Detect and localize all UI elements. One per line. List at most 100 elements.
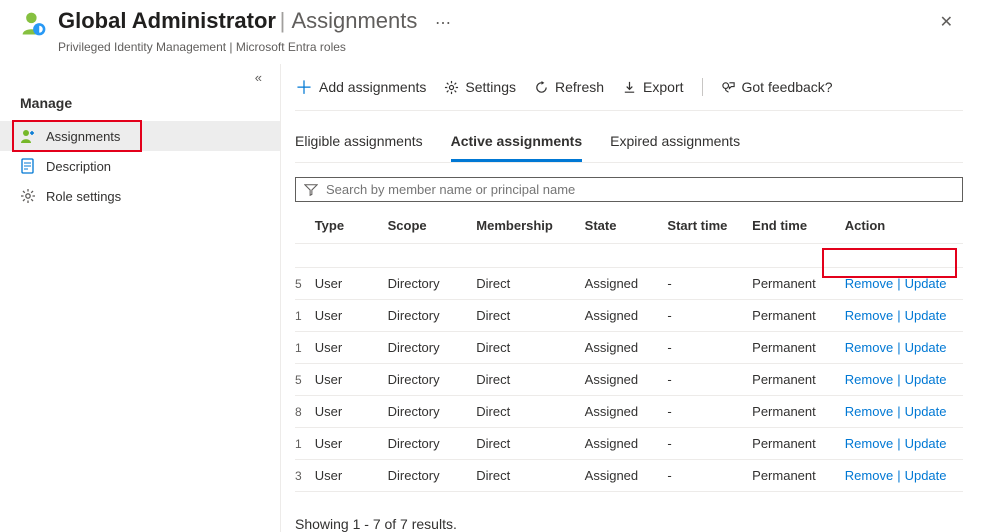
remove-link[interactable]: Remove — [845, 276, 893, 291]
update-link[interactable]: Update — [905, 308, 947, 323]
sidebar-heading: Manage — [0, 85, 280, 121]
update-link[interactable]: Update — [905, 468, 947, 483]
update-link[interactable]: Update — [905, 340, 947, 355]
col-membership: Membership — [476, 218, 584, 233]
update-link[interactable]: Update — [905, 372, 947, 387]
cell-state: Assigned — [585, 372, 668, 387]
cell-membership: Direct — [476, 308, 584, 323]
update-link[interactable]: Update — [905, 404, 947, 419]
title-separator: | — [280, 8, 292, 33]
cell-start: - — [667, 276, 752, 291]
tab-eligible[interactable]: Eligible assignments — [295, 125, 423, 162]
role-person-icon — [20, 10, 48, 38]
tab-expired[interactable]: Expired assignments — [610, 125, 740, 162]
cell-action: Remove|Update — [845, 340, 963, 355]
sidebar-item-label: Assignments — [46, 129, 120, 144]
remove-link[interactable]: Remove — [845, 404, 893, 419]
cell-scope: Directory — [388, 404, 477, 419]
cell-start: - — [667, 308, 752, 323]
cell-action: Remove|Update — [845, 308, 963, 323]
refresh-icon — [534, 80, 549, 95]
update-link[interactable]: Update — [905, 276, 947, 291]
refresh-button[interactable]: Refresh — [534, 79, 604, 95]
col-end: End time — [752, 218, 845, 233]
col-scope: Scope — [388, 218, 477, 233]
cell-type: User — [315, 372, 388, 387]
cell-action: Remove|Update — [845, 276, 963, 291]
cell-action: Remove|Update — [845, 468, 963, 483]
table-row[interactable]: 5UserDirectoryDirectAssigned-PermanentRe… — [295, 364, 963, 396]
table-row[interactable]: 5UserDirectoryDirectAssigned-PermanentRe… — [295, 268, 963, 300]
sidebar-item-role-settings[interactable]: Role settings — [0, 181, 280, 211]
remove-link[interactable]: Remove — [845, 436, 893, 451]
cell-scope: Directory — [388, 468, 477, 483]
cell-action: Remove|Update — [845, 436, 963, 451]
col-type: Type — [315, 218, 388, 233]
row-index: 5 — [295, 373, 315, 387]
export-button[interactable]: Export — [622, 79, 683, 95]
cell-membership: Direct — [476, 372, 584, 387]
cell-membership: Direct — [476, 468, 584, 483]
horizontal-scrollbar[interactable] — [295, 494, 963, 506]
cell-state: Assigned — [585, 308, 668, 323]
table-row[interactable]: 3UserDirectoryDirectAssigned-PermanentRe… — [295, 460, 963, 492]
results-count: Showing 1 - 7 of 7 results. — [295, 506, 963, 532]
cell-end: Permanent — [752, 372, 845, 387]
spacer-row — [295, 244, 963, 268]
sidebar-item-assignments[interactable]: Assignments — [0, 121, 280, 151]
remove-link[interactable]: Remove — [845, 340, 893, 355]
document-icon — [20, 158, 36, 174]
cell-end: Permanent — [752, 468, 845, 483]
add-assignments-button[interactable]: ＋ Add assignments — [295, 74, 426, 100]
tab-active[interactable]: Active assignments — [451, 125, 583, 162]
cell-end: Permanent — [752, 308, 845, 323]
filter-icon — [304, 183, 318, 197]
cell-scope: Directory — [388, 372, 477, 387]
update-link[interactable]: Update — [905, 436, 947, 451]
cell-type: User — [315, 276, 388, 291]
sidebar-item-label: Role settings — [46, 189, 121, 204]
cell-start: - — [667, 340, 752, 355]
toolbar-divider — [702, 78, 703, 96]
table-header: Type Scope Membership State Start time E… — [295, 208, 963, 244]
remove-link[interactable]: Remove — [845, 468, 893, 483]
cell-state: Assigned — [585, 468, 668, 483]
cell-membership: Direct — [476, 404, 584, 419]
col-start: Start time — [667, 218, 752, 233]
feedback-icon — [721, 80, 736, 95]
cell-start: - — [667, 372, 752, 387]
table-row[interactable]: 1UserDirectoryDirectAssigned-PermanentRe… — [295, 428, 963, 460]
remove-link[interactable]: Remove — [845, 308, 893, 323]
cell-state: Assigned — [585, 276, 668, 291]
search-box[interactable] — [295, 177, 963, 202]
search-input[interactable] — [326, 182, 954, 197]
cell-type: User — [315, 404, 388, 419]
cell-state: Assigned — [585, 404, 668, 419]
cell-membership: Direct — [476, 436, 584, 451]
gear-icon — [20, 188, 36, 204]
cell-type: User — [315, 436, 388, 451]
table-row[interactable]: 1UserDirectoryDirectAssigned-PermanentRe… — [295, 332, 963, 364]
cell-membership: Direct — [476, 340, 584, 355]
more-icon[interactable]: ⋯ — [435, 15, 451, 32]
close-icon[interactable]: ✕ — [932, 8, 961, 36]
collapse-sidebar-icon[interactable]: « — [0, 70, 280, 85]
page-subtitle: Assignments — [291, 8, 417, 33]
sidebar-item-description[interactable]: Description — [0, 151, 280, 181]
cell-end: Permanent — [752, 404, 845, 419]
table-row[interactable]: 1UserDirectoryDirectAssigned-PermanentRe… — [295, 300, 963, 332]
feedback-button[interactable]: Got feedback? — [721, 79, 833, 95]
remove-link[interactable]: Remove — [845, 372, 893, 387]
row-index: 1 — [295, 309, 315, 323]
cell-scope: Directory — [388, 340, 477, 355]
row-index: 5 — [295, 277, 315, 291]
settings-button[interactable]: Settings — [444, 79, 516, 95]
cell-type: User — [315, 340, 388, 355]
cell-action: Remove|Update — [845, 404, 963, 419]
cell-scope: Directory — [388, 276, 477, 291]
table-row[interactable]: 8UserDirectoryDirectAssigned-PermanentRe… — [295, 396, 963, 428]
cell-membership: Direct — [476, 276, 584, 291]
cell-type: User — [315, 308, 388, 323]
download-icon — [622, 80, 637, 95]
cell-action: Remove|Update — [845, 372, 963, 387]
